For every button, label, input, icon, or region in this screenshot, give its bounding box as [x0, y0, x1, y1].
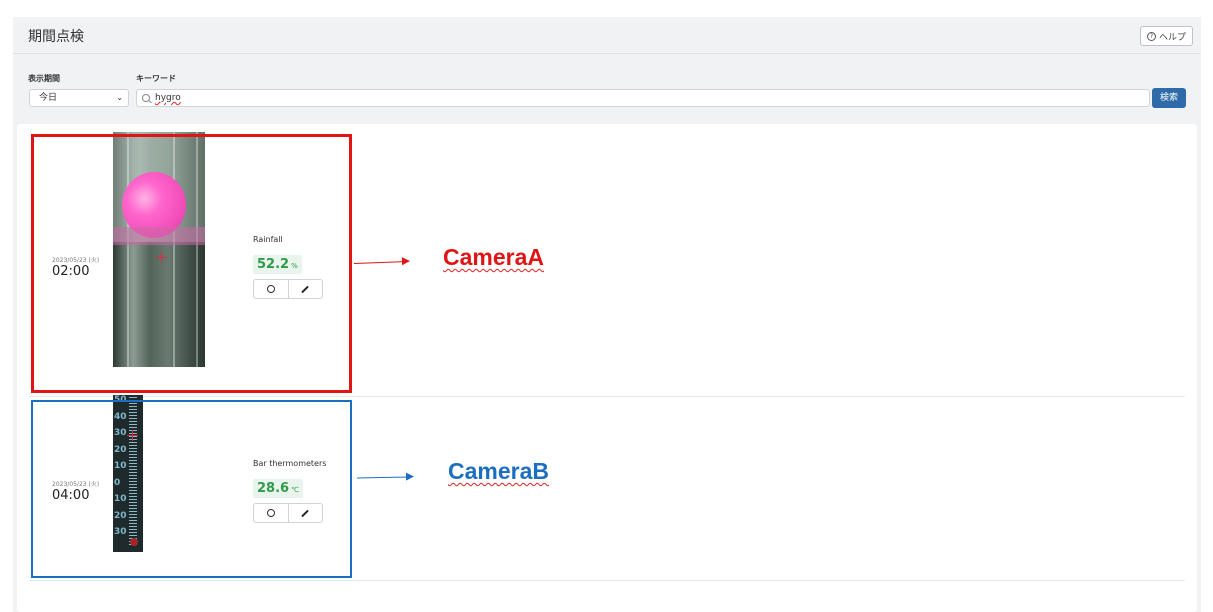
- period-value: 今日: [39, 93, 58, 103]
- keyword-input[interactable]: hygro: [136, 89, 1150, 107]
- camera-b-label: CameraB: [448, 458, 549, 484]
- page-title: 期間点検: [28, 29, 84, 45]
- camera-a-highlight-box: [31, 134, 352, 393]
- camera-b-highlight-box: [31, 400, 352, 578]
- row-divider: [29, 580, 1185, 581]
- help-button[interactable]: ? ヘルプ: [1139, 26, 1193, 46]
- search-button[interactable]: 検索: [1152, 88, 1186, 108]
- chevron-down-icon: ⌄: [116, 93, 123, 102]
- row-divider: [29, 396, 1185, 397]
- page-header: 期間点検 ? ヘルプ: [13, 17, 1201, 54]
- help-label: ヘルプ: [1158, 32, 1186, 43]
- search-icon: [142, 94, 150, 102]
- keyword-value: hygro: [155, 93, 181, 103]
- period-select[interactable]: 今日 ⌄: [29, 89, 129, 107]
- help-circle-icon: ?: [1146, 31, 1156, 41]
- camera-a-label: CameraA: [443, 244, 544, 270]
- keyword-label: キーワード: [136, 74, 176, 83]
- period-label: 表示期間: [28, 74, 60, 83]
